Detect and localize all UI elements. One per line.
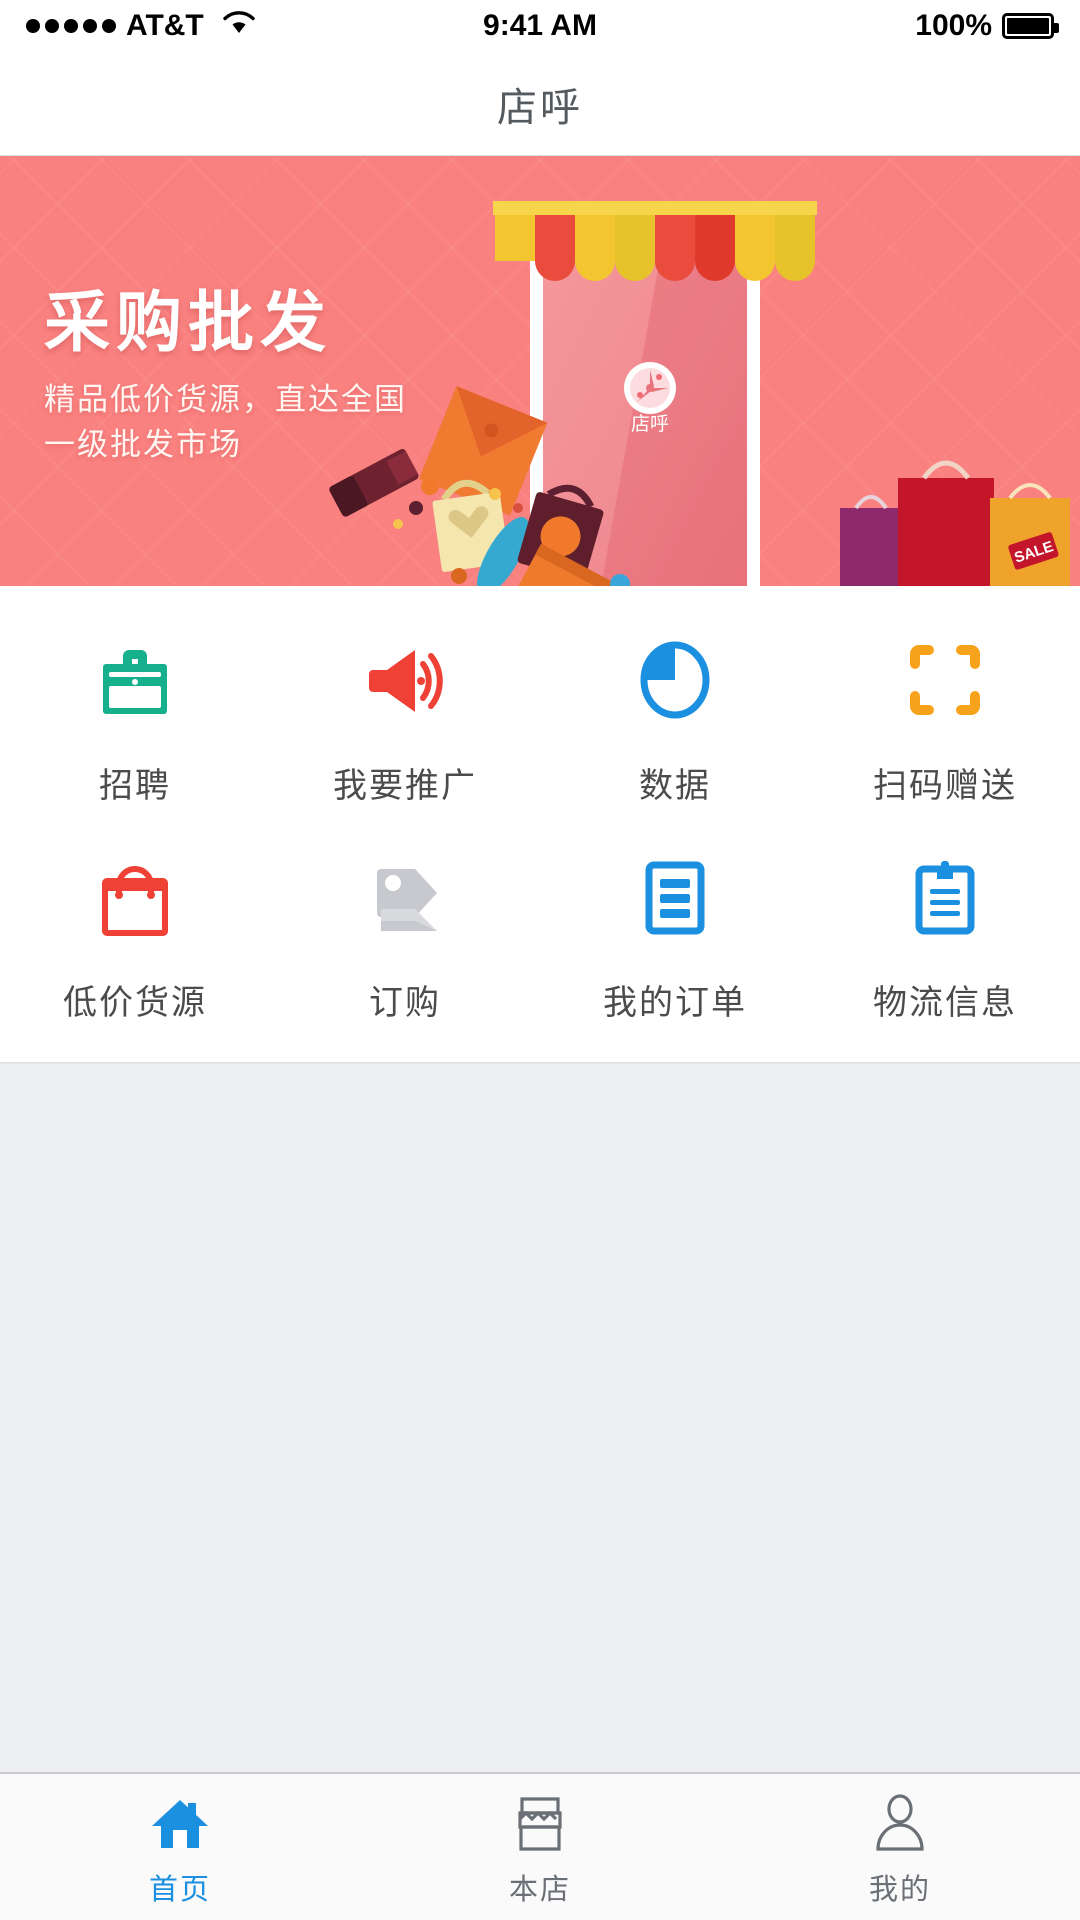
tab-profile[interactable]: 我的 xyxy=(720,1774,1080,1914)
tab-label: 首页 xyxy=(148,1874,211,1906)
grid-item-label: 订购 xyxy=(369,984,441,1022)
tab-label: 本店 xyxy=(508,1874,571,1906)
grid-item-order[interactable]: 订购 xyxy=(270,845,540,1024)
feature-grid-row: 招聘 我要推广 数据 扫码赠送 xyxy=(0,628,1080,807)
carrier-label: AT&T xyxy=(126,9,204,42)
grid-item-label: 扫码赠送 xyxy=(873,767,1017,805)
tab-store[interactable]: 本店 xyxy=(360,1774,720,1914)
tab-home[interactable]: 首页 xyxy=(0,1774,360,1914)
content-area xyxy=(0,1063,1080,1772)
svg-text:店呼: 店呼 xyxy=(631,413,669,435)
briefcase-icon xyxy=(83,628,187,732)
battery-full-icon xyxy=(1002,13,1059,39)
grid-item-label: 低价货源 xyxy=(63,984,207,1022)
megaphone-icon xyxy=(353,628,457,732)
feature-grid-row: 低价货源 订购 我的订单 物流信息 xyxy=(0,845,1080,1024)
bottom-tab-bar: 首页 本店 我的 xyxy=(0,1772,1080,1920)
feature-grid: 招聘 我要推广 数据 扫码赠送 低价货源 订购 我的订单 物流信息 xyxy=(0,586,1080,1063)
status-bar-right: 100% xyxy=(915,9,1059,43)
order-list-icon xyxy=(623,845,727,949)
battery-percent-label: 100% xyxy=(915,9,992,42)
app-icon: 店呼 xyxy=(624,362,676,435)
banner-subline-2: 一级批发市场 xyxy=(44,426,242,462)
grid-item-data[interactable]: 数据 xyxy=(540,628,810,807)
app-screen: AT&T 9:41 AM 100% 店呼 店呼 SALE 采购批发 精品低价货源… xyxy=(0,0,1080,1920)
clipboard-icon xyxy=(893,845,997,949)
grid-item-label: 招聘 xyxy=(99,767,171,805)
grid-item-label: 我要推广 xyxy=(333,767,477,805)
pie-chart-icon xyxy=(623,628,727,732)
price-tags-icon xyxy=(353,845,457,949)
tab-label: 我的 xyxy=(868,1874,931,1906)
home-icon xyxy=(148,1788,212,1860)
banner-subline-1: 精品低价货源，直达全国 xyxy=(44,381,407,417)
banner-headline: 采购批发 xyxy=(44,285,332,359)
page-title: 店呼 xyxy=(497,85,583,130)
grid-item-label: 数据 xyxy=(639,767,711,805)
grid-item-recruitment[interactable]: 招聘 xyxy=(0,628,270,807)
grid-item-logistics[interactable]: 物流信息 xyxy=(810,845,1080,1024)
person-icon xyxy=(872,1788,928,1860)
status-bar: AT&T 9:41 AM 100% xyxy=(0,0,1080,52)
nav-bar: 店呼 xyxy=(0,52,1080,156)
promo-banner[interactable]: 店呼 SALE 采购批发 精品低价货源，直达全国 一级批发市场 xyxy=(0,156,1080,586)
scan-frame-icon xyxy=(893,628,997,732)
grid-item-label: 我的订单 xyxy=(603,984,747,1022)
grid-item-my-orders[interactable]: 我的订单 xyxy=(540,845,810,1024)
grid-item-label: 物流信息 xyxy=(873,984,1017,1022)
status-bar-left: AT&T xyxy=(26,9,256,43)
grid-item-scan-gift[interactable]: 扫码赠送 xyxy=(810,628,1080,807)
signal-strength-icon xyxy=(26,19,116,33)
grid-item-cheap-supply[interactable]: 低价货源 xyxy=(0,845,270,1024)
store-icon xyxy=(512,1788,568,1860)
banner-copy: 采购批发 精品低价货源，直达全国 一级批发市场 xyxy=(44,285,407,468)
grid-item-promotion[interactable]: 我要推广 xyxy=(270,628,540,807)
wifi-icon xyxy=(222,9,256,43)
shopping-bag-icon xyxy=(83,845,187,949)
